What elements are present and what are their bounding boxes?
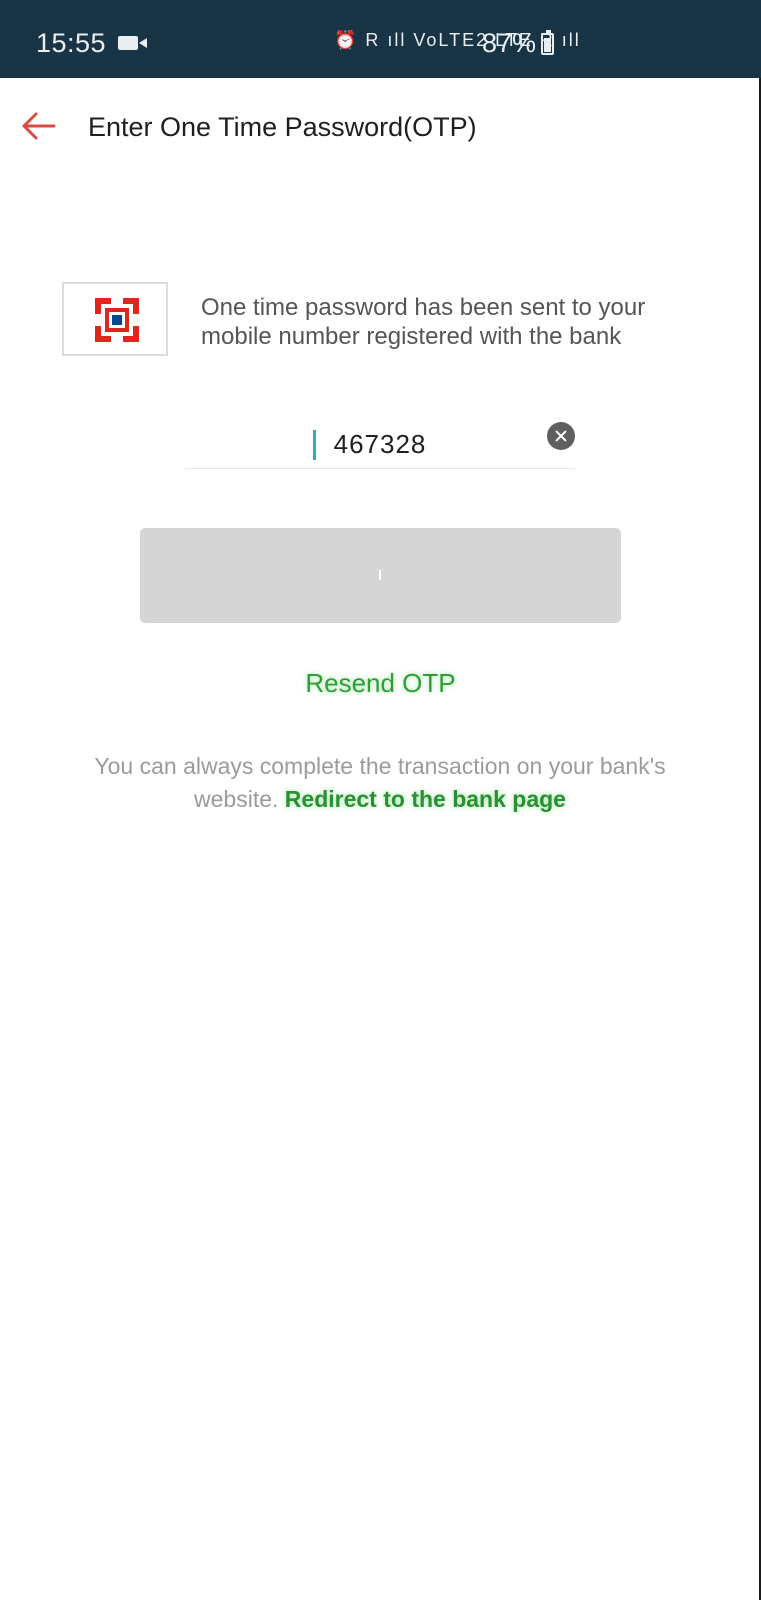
battery-percentage: 87% (482, 28, 537, 58)
otp-input[interactable] (185, 426, 575, 462)
loading-spinner-icon (379, 570, 381, 580)
status-time: 15:55 (36, 28, 107, 58)
arrow-left-icon (22, 112, 56, 140)
clear-icon[interactable] (547, 422, 575, 450)
back-button[interactable] (18, 104, 62, 148)
video-camera-icon (118, 36, 147, 50)
submit-otp-button[interactable] (140, 528, 621, 623)
app-header: Enter One Time Password(OTP) (0, 78, 761, 182)
otp-sent-message: One time password has been sent to your … (201, 294, 646, 350)
bank-logo-icon (95, 298, 139, 342)
screen: 15:55 ⏰ R ıll VoLTE2 LTE R ıll 87% Enter… (0, 0, 761, 1600)
text-cursor (313, 430, 316, 460)
otp-field (185, 418, 575, 469)
bank-logo (62, 282, 168, 356)
bank-website-note: You can always complete the transaction … (70, 750, 690, 816)
page-title: Enter One Time Password(OTP) (88, 112, 477, 142)
resend-otp-link[interactable]: Resend OTP (0, 668, 761, 699)
redirect-to-bank-link[interactable]: Redirect to the bank page (285, 786, 566, 812)
battery-icon (541, 30, 554, 55)
status-bar: 15:55 ⏰ R ıll VoLTE2 LTE R ıll 87% (0, 0, 761, 78)
